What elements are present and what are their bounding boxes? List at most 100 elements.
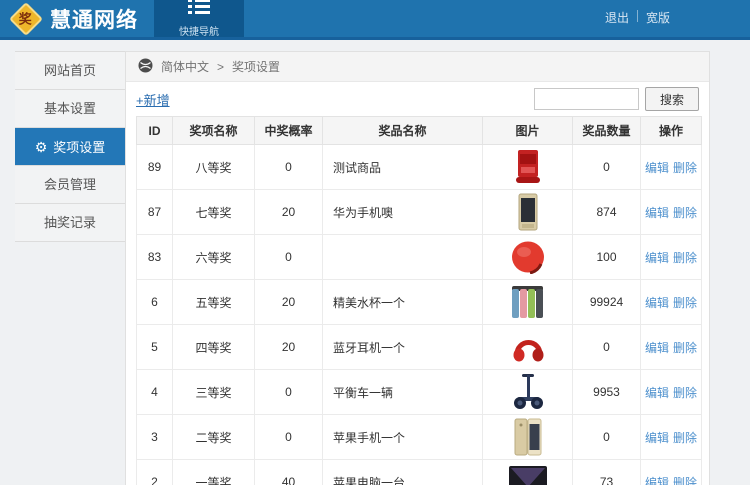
edit-link[interactable]: 编辑 xyxy=(645,431,669,445)
sidebar-item-0[interactable]: 网站首页 xyxy=(15,52,125,90)
sidebar-item-3[interactable]: 会员管理 xyxy=(15,166,125,204)
cell-item-name: 蓝牙耳机一个 xyxy=(323,325,483,370)
delete-link[interactable]: 删除 xyxy=(673,251,697,265)
sidebar-item-label: 基本设置 xyxy=(44,101,96,116)
cell-prize-name: 一等奖 xyxy=(173,460,255,485)
delete-link[interactable]: 删除 xyxy=(673,296,697,310)
cell-operations: 编辑删除 xyxy=(641,460,702,485)
cell-probability: 20 xyxy=(255,325,323,370)
prize-image-red-robot xyxy=(510,240,546,274)
content-inner: +新增 搜索 ID奖项名称中奖概率奖品名称图片奖品数量操作 89八等奖0测试商品… xyxy=(126,82,709,485)
table-row: 89八等奖0测试商品0编辑删除 xyxy=(137,145,702,190)
cell-operations: 编辑删除 xyxy=(641,145,702,190)
quick-nav-button[interactable]: 快捷导航 xyxy=(154,0,244,37)
cell-quantity: 0 xyxy=(573,415,641,460)
column-header-6: 操作 xyxy=(641,117,702,145)
sidebar-item-label: 网站首页 xyxy=(44,63,96,78)
cell-probability: 20 xyxy=(255,280,323,325)
cell-image xyxy=(483,415,573,460)
cell-operations: 编辑删除 xyxy=(641,235,702,280)
prize-image-imac xyxy=(508,465,548,485)
cell-item-name: 华为手机噢 xyxy=(323,190,483,235)
list-icon xyxy=(188,0,210,19)
cell-image xyxy=(483,460,573,485)
cell-operations: 编辑删除 xyxy=(641,370,702,415)
cell-id: 87 xyxy=(137,190,173,235)
sidebar-item-label: 奖项设置 xyxy=(53,140,105,155)
cell-prize-name: 三等奖 xyxy=(173,370,255,415)
edit-link[interactable]: 编辑 xyxy=(645,251,669,265)
cell-image xyxy=(483,280,573,325)
cell-quantity: 99924 xyxy=(573,280,641,325)
prize-image-red-gift-machine xyxy=(513,149,543,185)
cell-id: 4 xyxy=(137,370,173,415)
cell-id: 3 xyxy=(137,415,173,460)
edit-link[interactable]: 编辑 xyxy=(645,161,669,175)
delete-link[interactable]: 删除 xyxy=(673,206,697,220)
toolbar: +新增 搜索 xyxy=(136,87,699,111)
search-input[interactable] xyxy=(534,88,639,110)
cell-image xyxy=(483,370,573,415)
delete-link[interactable]: 删除 xyxy=(673,386,697,400)
delete-link[interactable]: 删除 xyxy=(673,476,697,485)
edit-link[interactable]: 编辑 xyxy=(645,206,669,220)
breadcrumb-separator: > xyxy=(217,60,224,74)
cell-prize-name: 二等奖 xyxy=(173,415,255,460)
cell-item-name: 平衡车一辆 xyxy=(323,370,483,415)
cell-quantity: 0 xyxy=(573,145,641,190)
cell-item-name: 苹果手机一个 xyxy=(323,415,483,460)
cell-quantity: 73 xyxy=(573,460,641,485)
sidebar-item-4[interactable]: 抽奖记录 xyxy=(15,204,125,242)
cell-probability: 0 xyxy=(255,415,323,460)
breadcrumb-language[interactable]: 简体中文 xyxy=(161,58,209,75)
cell-image xyxy=(483,325,573,370)
add-new-link[interactable]: +新增 xyxy=(136,90,170,109)
cell-prize-name: 八等奖 xyxy=(173,145,255,190)
cell-prize-name: 五等奖 xyxy=(173,280,255,325)
delete-link[interactable]: 删除 xyxy=(673,161,697,175)
gear-icon: ⚙ xyxy=(35,139,48,155)
sidebar-item-2[interactable]: ⚙ 奖项设置 xyxy=(15,128,125,166)
edit-link[interactable]: 编辑 xyxy=(645,341,669,355)
prize-image-gold-phone xyxy=(518,193,538,231)
brand: 奖 慧通网络 xyxy=(0,0,154,37)
search-button[interactable]: 搜索 xyxy=(645,87,699,111)
cell-image xyxy=(483,235,573,280)
edit-link[interactable]: 编辑 xyxy=(645,296,669,310)
table-row: 2一等奖40苹果电脑一台73编辑删除 xyxy=(137,460,702,485)
prize-image-colorful-bottles xyxy=(511,284,545,320)
top-header: 奖 慧通网络 快捷导航 退出 宽版 xyxy=(0,0,750,40)
cell-item-name xyxy=(323,235,483,280)
cell-probability: 20 xyxy=(255,190,323,235)
edit-link[interactable]: 编辑 xyxy=(645,386,669,400)
cell-image xyxy=(483,190,573,235)
column-header-3: 奖品名称 xyxy=(323,117,483,145)
cell-quantity: 100 xyxy=(573,235,641,280)
column-header-1: 奖项名称 xyxy=(173,117,255,145)
cell-item-name: 测试商品 xyxy=(323,145,483,190)
cell-prize-name: 四等奖 xyxy=(173,325,255,370)
breadcrumb: 简体中文 > 奖项设置 xyxy=(126,52,709,82)
search-box: 搜索 xyxy=(534,87,699,111)
breadcrumb-page: 奖项设置 xyxy=(232,58,280,75)
table-row: 5四等奖20蓝牙耳机一个0编辑删除 xyxy=(137,325,702,370)
prize-image-red-headphones xyxy=(510,330,546,364)
table-row: 87七等奖20华为手机噢874编辑删除 xyxy=(137,190,702,235)
prize-table-body: 89八等奖0测试商品0编辑删除87七等奖20华为手机噢874编辑删除83六等奖0… xyxy=(137,145,702,485)
delete-link[interactable]: 删除 xyxy=(673,431,697,445)
sidebar-menu: 网站首页基本设置 ⚙ 奖项设置会员管理抽奖记录 xyxy=(15,51,125,242)
sidebar-item-1[interactable]: 基本设置 xyxy=(15,90,125,128)
delete-link[interactable]: 删除 xyxy=(673,341,697,355)
wide-version-link[interactable]: 宽版 xyxy=(646,9,670,26)
cell-item-name: 精美水杯一个 xyxy=(323,280,483,325)
cell-prize-name: 七等奖 xyxy=(173,190,255,235)
sidebar-item-label: 会员管理 xyxy=(44,177,96,192)
edit-link[interactable]: 编辑 xyxy=(645,476,669,485)
brand-logo-icon: 奖 xyxy=(9,2,43,36)
table-row: 6五等奖20精美水杯一个99924编辑删除 xyxy=(137,280,702,325)
cell-id: 83 xyxy=(137,235,173,280)
column-header-4: 图片 xyxy=(483,117,573,145)
prize-image-segway xyxy=(513,373,543,411)
logout-link[interactable]: 退出 xyxy=(605,9,629,26)
header-divider xyxy=(637,10,638,22)
